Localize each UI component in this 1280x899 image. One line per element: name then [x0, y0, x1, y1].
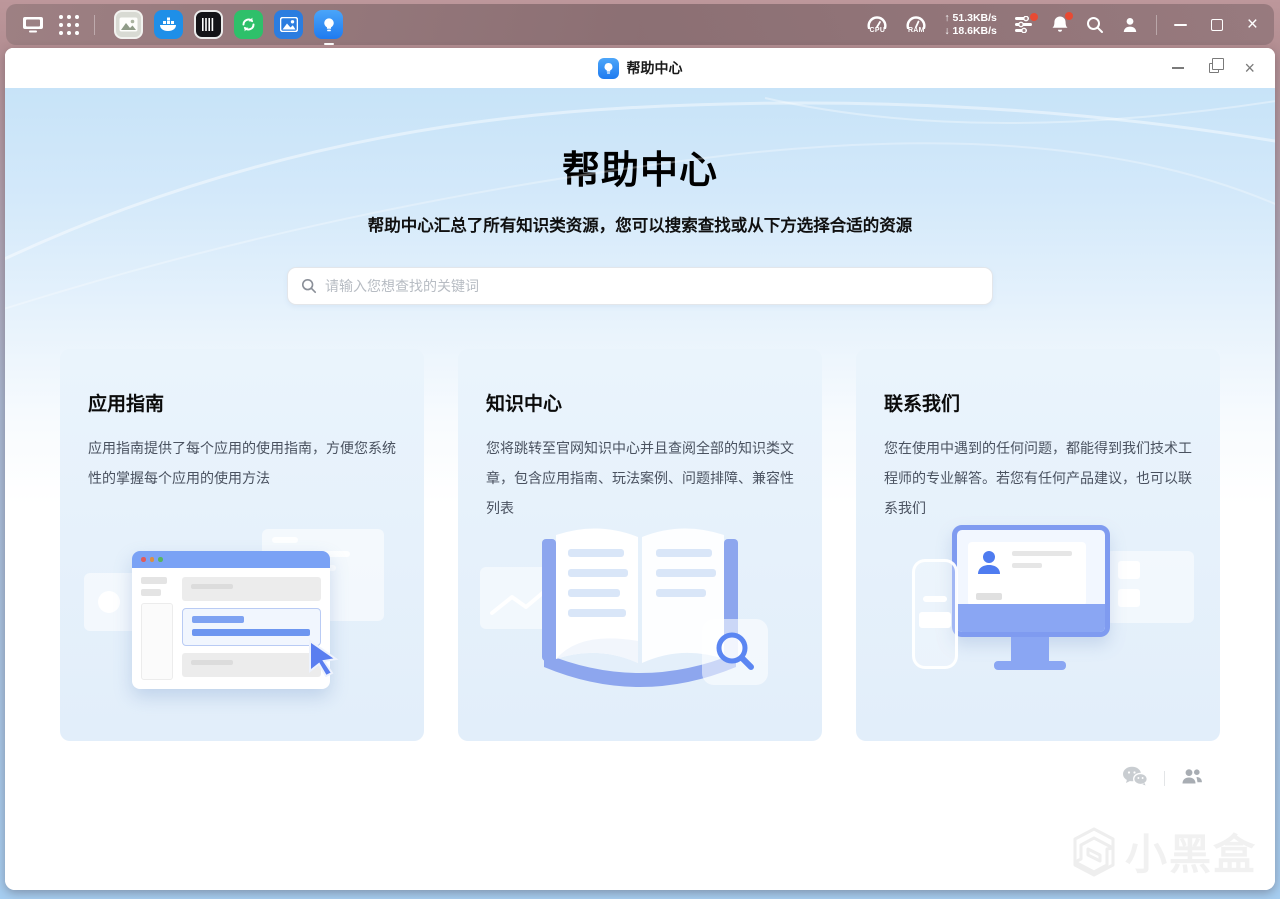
help-bulb-icon — [597, 57, 619, 79]
network-speed[interactable]: ↑ 51.3KB/s ↓ 18.6KB/s — [944, 12, 997, 38]
taskbar-minimize-button[interactable] — [1173, 23, 1187, 26]
heybox-logo — [1073, 827, 1115, 876]
search-bar[interactable] — [287, 267, 993, 305]
page-title: 帮助中心 — [561, 150, 718, 192]
heybox-watermark: 小黑盒 — [1071, 821, 1257, 882]
search-icon — [301, 278, 317, 294]
net-down-value: 18.6KB/s — [952, 24, 997, 37]
app-grid-icon[interactable] — [59, 14, 79, 35]
sync-icon[interactable] — [234, 10, 263, 39]
net-down-arrow-icon: ↓ — [944, 24, 950, 37]
desktop-icon[interactable] — [22, 16, 44, 33]
ghost-shape — [1106, 551, 1194, 623]
tweaks-icon[interactable] — [1014, 13, 1038, 33]
taskbar-maximize-button[interactable] — [1210, 18, 1223, 31]
cpu-gauge-icon[interactable]: CPU — [866, 15, 888, 34]
taskbar-separator — [1155, 14, 1157, 35]
wechat-icon[interactable] — [1122, 766, 1149, 791]
window-restore-button[interactable] — [1209, 58, 1225, 73]
knowledge-illustration — [458, 507, 822, 715]
ram-gauge-icon[interactable]: RAM — [905, 15, 927, 34]
net-up-arrow-icon: ↑ — [944, 11, 950, 24]
card-app-guide[interactable]: 应用指南 应用指南提供了每个应用的使用指南，方便您系统性的掌握每个应用的使用方法 — [60, 349, 424, 741]
search-icon[interactable] — [1086, 16, 1104, 34]
monitor-base — [994, 661, 1066, 670]
resource-cards: 应用指南 应用指南提供了每个应用的使用指南，方便您系统性的掌握每个应用的使用方法 — [5, 349, 1275, 741]
card-contact-us[interactable]: 联系我们 您在使用中遇到的任何问题，都能得到我们技术工程师的专业解答。若您有任何… — [856, 349, 1220, 741]
window-close-button[interactable]: × — [1244, 59, 1255, 77]
user-icon[interactable] — [1121, 16, 1139, 34]
card-title: 应用指南 — [88, 394, 165, 415]
contact-shortcuts — [5, 766, 1275, 791]
monitor-mockup — [952, 525, 1110, 637]
card-knowledge-center[interactable]: 知识中心 您将跳转至官网知识中心并且查阅全部的知识类文章，包含应用指南、玩法案例… — [458, 349, 822, 741]
search-input[interactable] — [325, 278, 979, 294]
help-center-window: 帮助中心 × 帮助中心 帮助中心汇总了所有知识类资源，您可以搜索查找或从下方选择… — [5, 48, 1275, 890]
terminal-icon[interactable] — [194, 10, 223, 39]
cpu-label: CPU — [869, 27, 886, 34]
window-title: 帮助中心 — [626, 60, 683, 76]
browser-mockup — [132, 551, 330, 689]
taskbar-separator — [94, 14, 95, 35]
image-viewer-icon[interactable] — [114, 10, 143, 39]
card-title: 联系我们 — [884, 394, 961, 415]
page-subtitle: 帮助中心汇总了所有知识类资源，您可以搜索查找或从下方选择合适的资源 — [367, 217, 913, 235]
app-guide-illustration — [60, 507, 424, 715]
card-title: 知识中心 — [486, 394, 563, 415]
cursor-icon — [309, 639, 339, 677]
watermark-text: 小黑盒 — [1124, 831, 1257, 878]
avatar-icon — [978, 551, 1000, 574]
docker-icon[interactable] — [154, 10, 183, 39]
help-center-content: 帮助中心 帮助中心汇总了所有知识类资源，您可以搜索查找或从下方选择合适的资源 应… — [5, 88, 1275, 890]
monitor-stand — [1011, 637, 1049, 661]
magnifier-icon — [702, 619, 768, 685]
bell-icon[interactable] — [1051, 12, 1073, 34]
contact-illustration — [856, 507, 1220, 715]
system-taskbar: CPU RAM ↑ 51.3KB/s ↓ 18.6KB/s × — [6, 4, 1274, 45]
net-up-value: 51.3KB/s — [952, 11, 997, 24]
group-icon[interactable] — [1181, 768, 1203, 790]
taskbar-close-button[interactable]: × — [1247, 15, 1258, 34]
taskbar-dock — [114, 10, 343, 39]
gallery-icon[interactable] — [274, 10, 303, 39]
window-titlebar[interactable]: 帮助中心 × — [5, 48, 1275, 88]
ram-label: RAM — [907, 27, 925, 34]
footer-separator — [1164, 771, 1165, 786]
phone-mockup — [912, 559, 958, 669]
card-description: 应用指南提供了每个应用的使用指南，方便您系统性的掌握每个应用的使用方法 — [88, 440, 396, 486]
help-bulb-icon[interactable] — [314, 10, 343, 39]
window-minimize-button[interactable] — [1172, 67, 1185, 69]
